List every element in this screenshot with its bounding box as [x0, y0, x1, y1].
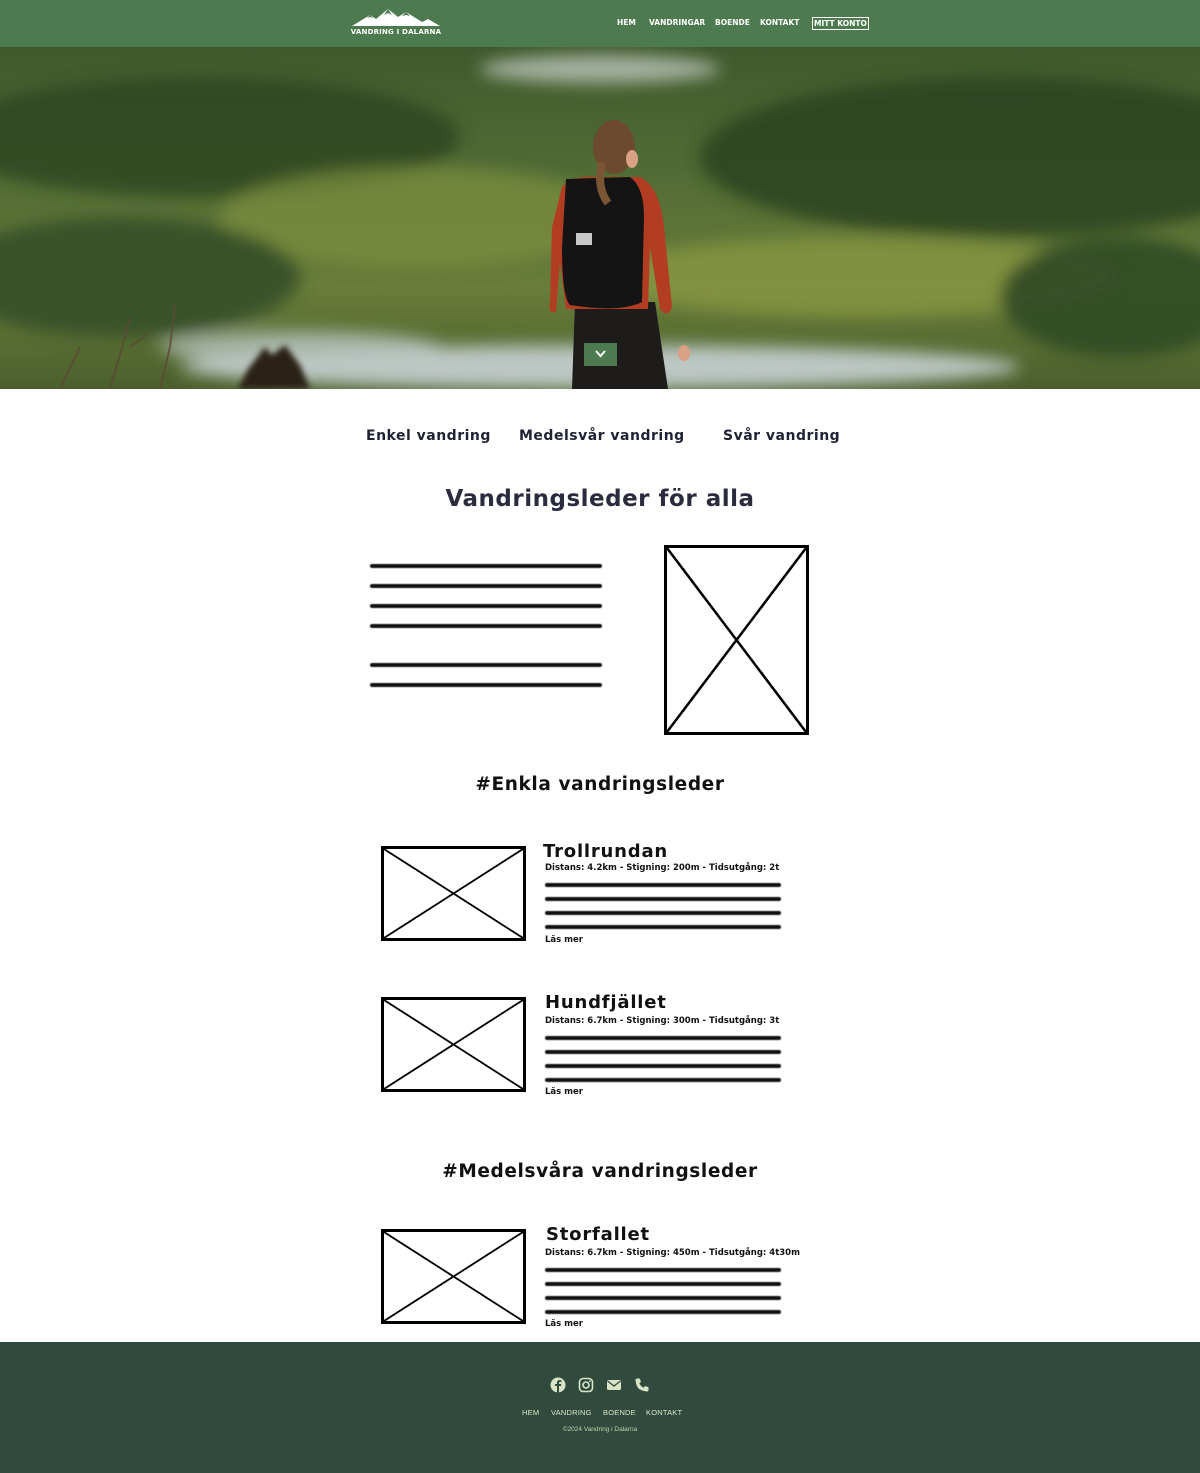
text-line	[545, 1268, 781, 1272]
trail-title: Trollrundan	[543, 841, 669, 862]
trail-image-placeholder	[381, 1229, 526, 1324]
page-title: Vandringsleder för alla	[445, 486, 755, 512]
trail-image-placeholder	[381, 846, 526, 941]
instagram-icon[interactable]	[577, 1376, 595, 1394]
tab-medelsvar-vandring[interactable]: Medelsvår vandring	[519, 428, 685, 444]
scroll-down-button[interactable]	[584, 343, 617, 366]
footer-link-kontakt[interactable]: KONTAKT	[646, 1408, 682, 1417]
footer-link-boende[interactable]: BOENDE	[603, 1408, 636, 1417]
read-more-link[interactable]: Läs mer	[545, 1087, 583, 1097]
hero-image	[0, 47, 1200, 389]
nav-item-vandringar[interactable]: VANDRINGAR	[649, 16, 705, 30]
image-placeholder-icon	[384, 849, 523, 938]
image-placeholder-icon	[384, 1000, 523, 1089]
trail-stats: Distans: 6.7km - Stigning: 450m - Tidsut…	[545, 1248, 800, 1258]
hero-photo	[0, 47, 1200, 389]
image-placeholder-icon	[384, 1232, 523, 1321]
intro-image-placeholder	[664, 545, 809, 735]
text-line	[545, 883, 781, 887]
trail-stats: Distans: 6.7km - Stigning: 300m - Tidsut…	[545, 1016, 780, 1026]
chevron-down-icon	[595, 350, 606, 358]
text-line	[545, 897, 781, 901]
footer-link-vandring[interactable]: VANDRING	[551, 1408, 592, 1417]
text-line	[545, 1036, 781, 1040]
copyright-text: ©2024 Vandring i Dalarna	[562, 1426, 638, 1433]
site-footer: HEM VANDRING BOENDE KONTAKT ©2024 Vandri…	[0, 1342, 1200, 1473]
trail-title: Storfallet	[546, 1224, 650, 1245]
text-line	[545, 911, 781, 915]
text-line	[545, 1064, 781, 1068]
text-line	[370, 564, 602, 568]
text-line	[370, 683, 602, 687]
text-line	[545, 925, 781, 929]
trail-image-placeholder	[381, 997, 526, 1092]
text-line	[545, 1050, 781, 1054]
read-more-link[interactable]: Läs mer	[545, 1319, 583, 1329]
trail-title: Hundfjället	[545, 992, 667, 1013]
text-line	[545, 1310, 781, 1314]
text-line	[545, 1078, 781, 1082]
text-line	[370, 604, 602, 608]
text-line	[370, 663, 602, 667]
tab-svar-vandring[interactable]: Svår vandring	[723, 428, 840, 444]
trail-stats: Distans: 4.2km - Stigning: 200m - Tidsut…	[545, 863, 780, 873]
phone-icon[interactable]	[633, 1376, 651, 1394]
main-nav: HEM VANDRINGAR BOENDE KONTAKT MITT KONTO	[0, 16, 1200, 30]
text-line	[370, 584, 602, 588]
footer-link-hem[interactable]: HEM	[522, 1408, 539, 1417]
nav-item-kontakt[interactable]: KONTAKT	[760, 16, 799, 30]
nav-item-hem[interactable]: HEM	[617, 16, 636, 30]
tab-enkel-vandring[interactable]: Enkel vandring	[366, 428, 491, 444]
text-line	[545, 1296, 781, 1300]
read-more-link[interactable]: Läs mer	[545, 935, 583, 945]
section-title-enkla: #Enkla vandringsleder	[475, 774, 725, 795]
site-header: VANDRING I DALARNA HEM VANDRINGAR BOENDE…	[0, 0, 1200, 47]
text-line	[545, 1282, 781, 1286]
image-placeholder-icon	[667, 548, 806, 732]
section-title-medelsvara: #Medelsvåra vandringsleder	[442, 1161, 758, 1182]
envelope-icon[interactable]	[605, 1376, 623, 1394]
nav-item-mitt-konto[interactable]: MITT KONTO	[812, 17, 869, 30]
nav-item-boende[interactable]: BOENDE	[715, 16, 750, 30]
facebook-icon[interactable]	[549, 1376, 567, 1394]
text-line	[370, 624, 602, 628]
